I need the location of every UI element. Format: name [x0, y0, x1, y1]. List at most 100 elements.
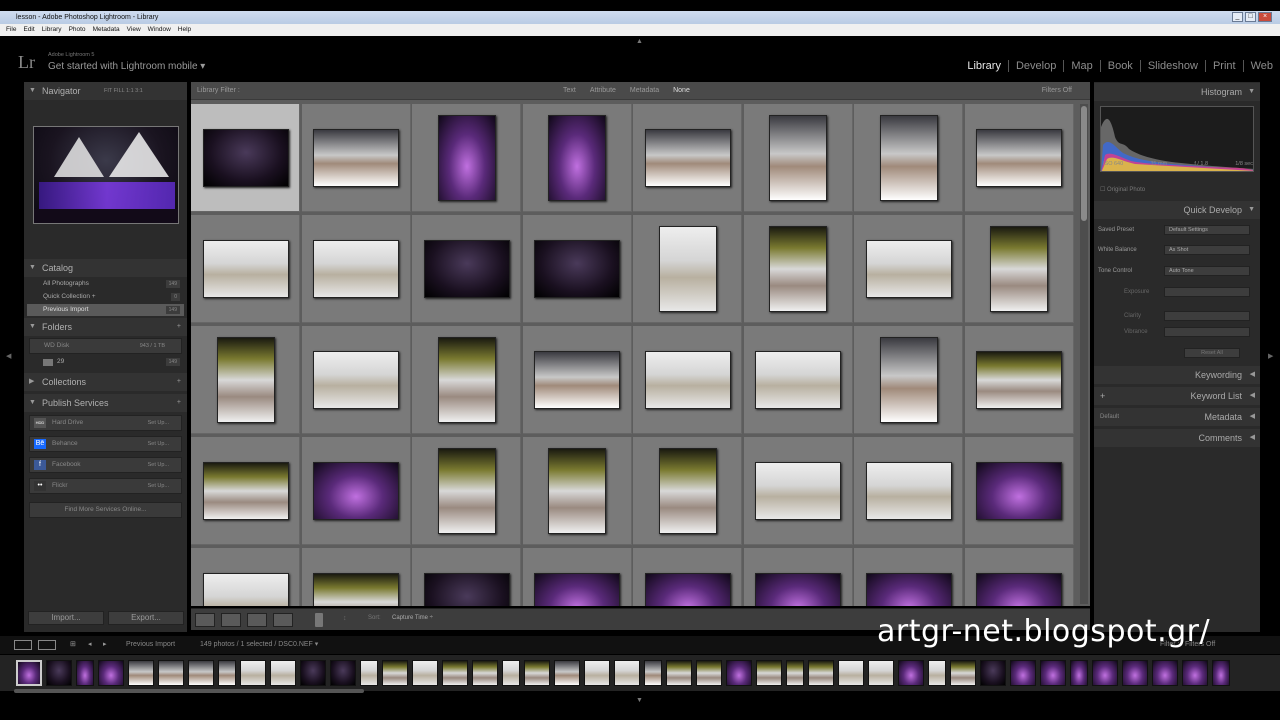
photo-thumbnail[interactable]	[769, 226, 827, 312]
filmstrip-thumbnail[interactable]	[808, 660, 834, 686]
photo-thumbnail[interactable]	[313, 573, 399, 606]
filmstrip-thumbnail[interactable]	[16, 660, 42, 686]
menu-photo[interactable]: Photo	[69, 26, 86, 33]
folders-header[interactable]: ▼ Folders +	[24, 318, 187, 336]
photo-thumbnail[interactable]	[202, 240, 289, 298]
navigator-header[interactable]: ▼ Navigator FIT FILL 1:1 3:1	[24, 82, 187, 100]
filmstrip-thumbnail[interactable]	[502, 660, 520, 686]
filmstrip-thumbnail[interactable]	[270, 660, 296, 686]
photo-thumbnail[interactable]	[644, 129, 731, 187]
module-web[interactable]: Web	[1242, 60, 1280, 72]
plus-icon[interactable]: +	[177, 318, 181, 336]
forward-arrow-icon[interactable]: ▸	[103, 636, 107, 654]
export-button[interactable]: Export...	[108, 611, 184, 625]
grid-cell[interactable]	[301, 326, 411, 434]
grid-cell[interactable]	[743, 104, 853, 212]
filmstrip-thumbnail[interactable]	[1040, 660, 1066, 686]
photo-thumbnail[interactable]	[658, 448, 717, 534]
grid-cell[interactable]	[522, 326, 632, 434]
plus-icon[interactable]: +	[177, 373, 181, 391]
second-window-icon[interactable]	[38, 640, 56, 650]
filmstrip-thumbnail[interactable]	[1152, 660, 1178, 686]
folder-volume[interactable]: WD Disk 943 / 1 TB	[29, 338, 182, 354]
filter-option-attribute[interactable]: Attribute	[590, 87, 616, 94]
navigator-zoom-options[interactable]: FIT FILL 1:1 3:1	[104, 82, 143, 100]
filmstrip-thumbnail[interactable]	[644, 660, 662, 686]
photo-thumbnail[interactable]	[865, 573, 952, 606]
filmstrip-thumbnail[interactable]	[786, 660, 804, 686]
service-setup-link[interactable]: Set Up...	[148, 479, 169, 493]
photo-thumbnail[interactable]	[879, 337, 938, 423]
grid-cell[interactable]	[854, 548, 963, 606]
filmstrip-thumbnail[interactable]	[188, 660, 214, 686]
filmstrip-thumbnail[interactable]	[696, 660, 722, 686]
menu-edit[interactable]: Edit	[23, 26, 34, 33]
photo-thumbnail[interactable]	[313, 240, 399, 298]
grid-cell[interactable]	[191, 104, 300, 212]
photo-thumbnail[interactable]	[990, 226, 1048, 312]
filmstrip-thumbnail[interactable]	[868, 660, 894, 686]
keywording-header[interactable]: Keywording ◀	[1094, 366, 1260, 384]
grid-cell[interactable]	[633, 104, 742, 212]
grid-cell[interactable]	[191, 548, 300, 606]
quick-develop-control[interactable]	[1164, 327, 1250, 337]
photo-thumbnail[interactable]	[437, 337, 496, 423]
grid-cell[interactable]	[633, 437, 742, 545]
photo-thumbnail[interactable]	[534, 240, 620, 298]
module-library[interactable]: Library	[960, 60, 1008, 72]
grid-cell[interactable]	[191, 437, 300, 545]
grid-cell[interactable]	[964, 104, 1074, 212]
photo-thumbnail[interactable]	[313, 129, 399, 187]
filmstrip-thumbnail[interactable]	[1212, 660, 1230, 686]
quick-develop-header[interactable]: Quick Develop ▼	[1094, 201, 1260, 219]
photo-thumbnail[interactable]	[976, 462, 1062, 520]
grid-cell[interactable]	[412, 548, 521, 606]
module-map[interactable]: Map	[1063, 60, 1100, 72]
folder-item[interactable]: 29 149	[27, 356, 184, 368]
keyword-list-header[interactable]: + Keyword List ◀	[1094, 387, 1260, 405]
find-more-services-button[interactable]: Find More Services Online...	[29, 502, 182, 518]
catalog-header[interactable]: ▼ Catalog	[24, 259, 187, 277]
filmstrip-thumbnail[interactable]	[928, 660, 946, 686]
left-panel-arrow-icon[interactable]: ◀	[6, 352, 11, 360]
grid-cell[interactable]	[633, 215, 742, 323]
photo-thumbnail[interactable]	[879, 115, 938, 201]
metadata-header[interactable]: Default Metadata ◀	[1094, 408, 1260, 426]
grid-cell[interactable]	[301, 104, 411, 212]
grid-cell[interactable]	[743, 326, 853, 434]
photo-thumbnail[interactable]	[865, 462, 952, 520]
filmstrip-source[interactable]: Previous Import	[126, 636, 175, 654]
grid-view-button[interactable]	[195, 613, 215, 627]
grid-cell[interactable]	[854, 104, 963, 212]
grid-cell[interactable]	[301, 215, 411, 323]
photo-thumbnail[interactable]	[202, 573, 289, 606]
filmstrip-thumbnail[interactable]	[614, 660, 640, 686]
menu-window[interactable]: Window	[148, 26, 171, 33]
photo-thumbnail[interactable]	[313, 351, 399, 409]
grid-cell[interactable]	[964, 215, 1074, 323]
menu-metadata[interactable]: Metadata	[93, 26, 120, 33]
module-book[interactable]: Book	[1099, 60, 1140, 72]
identity-plate[interactable]: Get started with Lightroom mobile ▾	[48, 61, 205, 72]
module-slideshow[interactable]: Slideshow	[1139, 60, 1205, 72]
photo-thumbnail[interactable]	[644, 573, 731, 606]
filmstrip-scrollbar[interactable]	[14, 689, 364, 693]
photo-thumbnail[interactable]	[437, 448, 496, 534]
grid-cell[interactable]	[854, 326, 963, 434]
filmstrip-thumbnail[interactable]	[330, 660, 356, 686]
filmstrip-thumbnail[interactable]	[980, 660, 1006, 686]
filmstrip[interactable]	[0, 655, 1280, 691]
photo-thumbnail[interactable]	[976, 129, 1062, 187]
filter-option-metadata[interactable]: Metadata	[630, 87, 659, 94]
quick-develop-control[interactable]: Default Settings	[1164, 225, 1250, 235]
grid-cell[interactable]	[301, 548, 411, 606]
photo-thumbnail[interactable]	[644, 351, 731, 409]
module-print[interactable]: Print	[1204, 60, 1243, 72]
grid-icon[interactable]: ⊞	[70, 636, 76, 654]
filmstrip-thumbnail[interactable]	[726, 660, 752, 686]
photo-thumbnail[interactable]	[755, 462, 841, 520]
grid-cell[interactable]	[301, 437, 411, 545]
module-develop[interactable]: Develop	[1007, 60, 1064, 72]
filmstrip-thumbnail[interactable]	[300, 660, 326, 686]
publish-service-behance[interactable]: Bē Behance Set Up...	[29, 436, 182, 452]
